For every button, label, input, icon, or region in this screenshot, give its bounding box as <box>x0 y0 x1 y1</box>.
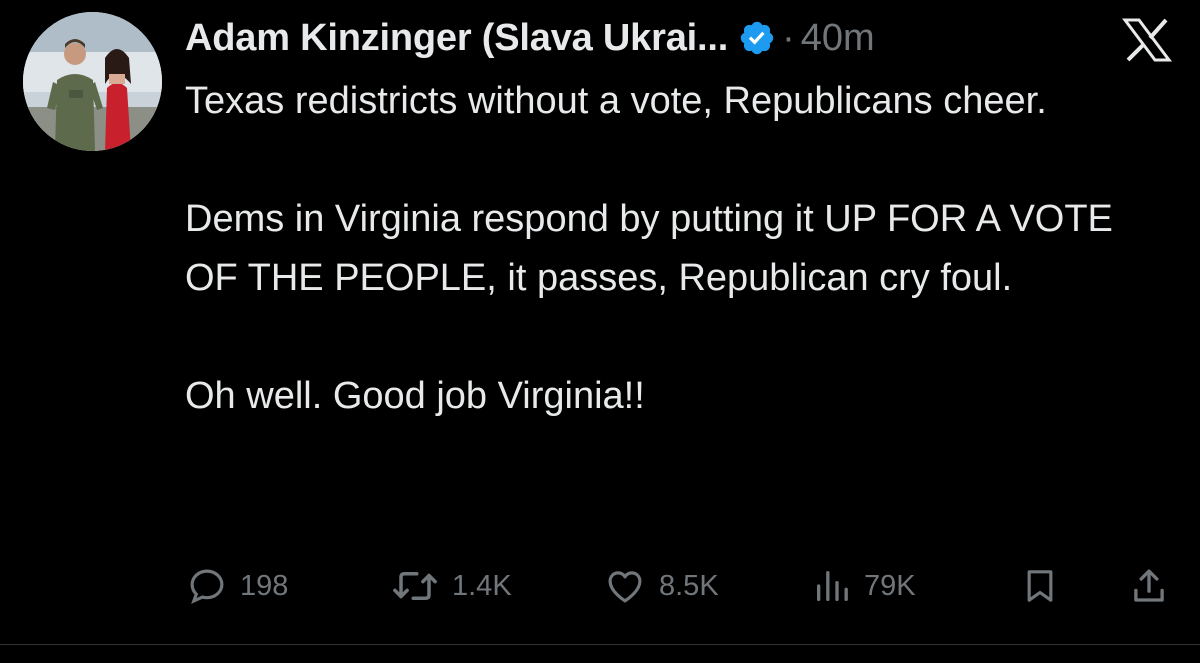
bookmark-icon <box>1027 570 1053 602</box>
tweet[interactable]: Adam Kinzinger (Slava Ukrai... · 40m Tex… <box>0 0 1200 663</box>
reply-count: 198 <box>240 569 289 602</box>
avatar[interactable] <box>23 12 162 151</box>
share-icon <box>1134 569 1164 602</box>
avatar-photo <box>23 12 162 151</box>
tweet-paragraph: Texas redistricts without a vote, Republ… <box>185 80 1047 122</box>
header-separator: · <box>782 16 795 59</box>
verified-badge-icon <box>738 19 776 57</box>
reply-icon <box>190 569 224 604</box>
views-button[interactable]: 79K <box>812 560 916 612</box>
bottom-divider <box>0 644 1200 645</box>
display-name[interactable]: Adam Kinzinger (Slava Ukrai... <box>185 17 728 60</box>
like-button[interactable]: 8.5K <box>603 560 719 612</box>
x-logo-icon <box>1122 18 1172 62</box>
repost-count: 1.4K <box>452 569 512 602</box>
tweet-paragraph: Dems in Virginia respond by putting it U… <box>185 198 1113 299</box>
views-count: 79K <box>864 569 916 602</box>
like-count: 8.5K <box>659 569 719 602</box>
action-bar: 198 1.4K 8.5K 79K <box>0 560 1200 612</box>
tweet-header: Adam Kinzinger (Slava Ukrai... · 40m <box>185 12 875 64</box>
reply-button[interactable]: 198 <box>186 560 288 612</box>
timestamp[interactable]: 40m <box>801 17 875 60</box>
bookmark-button[interactable] <box>1020 560 1060 612</box>
repost-button[interactable]: 1.4K <box>390 560 512 612</box>
tweet-text: Texas redistricts without a vote, Republ… <box>185 72 1175 426</box>
tweet-paragraph: Oh well. Good job Virginia!! <box>185 375 645 417</box>
views-chart-icon <box>817 571 848 601</box>
heart-icon <box>608 571 642 603</box>
share-button[interactable] <box>1128 560 1170 612</box>
repost-icon <box>393 572 437 600</box>
